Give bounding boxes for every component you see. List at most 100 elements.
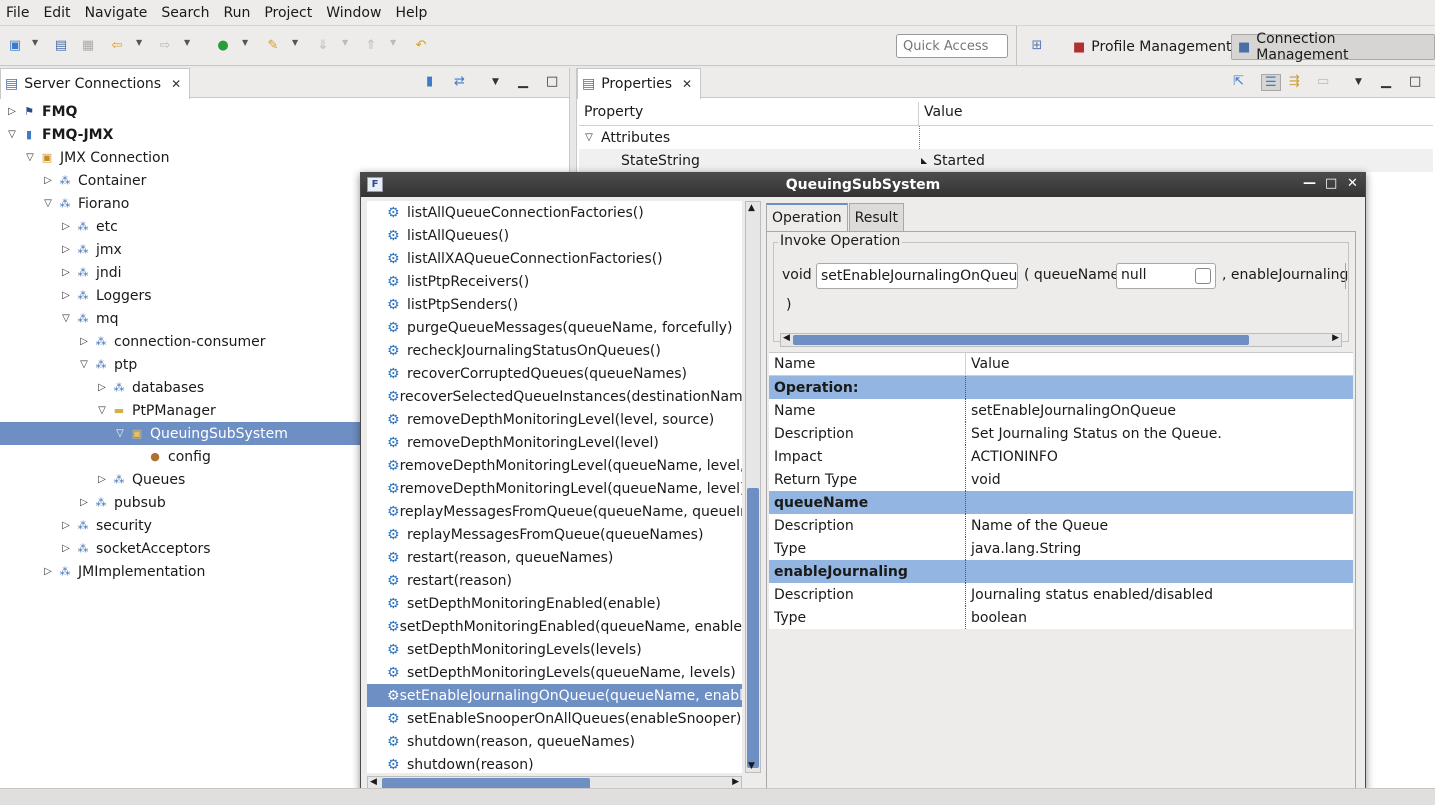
expand-icon[interactable]: ▷ [58, 290, 74, 301]
menu-search[interactable]: Search [155, 0, 217, 26]
properties-row-attributes[interactable]: ▽ Attributes [579, 126, 1433, 149]
next-annotation-icon[interactable]: ⇓ [314, 36, 332, 54]
forward-dropdown-icon[interactable]: ▼ [184, 38, 190, 47]
operation-item[interactable]: ⚙ replayMessagesFromQueue(queueNames) [367, 523, 742, 546]
scroll-right-icon[interactable]: ▶ [1332, 333, 1339, 343]
last-edit-icon[interactable]: ↶ [412, 36, 430, 54]
scroll-thumb[interactable] [747, 488, 759, 768]
expand-icon[interactable]: ▷ [4, 106, 20, 117]
expand-icon[interactable]: ▷ [76, 336, 92, 347]
database-icon[interactable]: ▮ [426, 74, 433, 89]
new-icon[interactable]: ▣ [6, 36, 24, 54]
operation-item[interactable]: ⚙ recheckJournalingStatusOnQueues() [367, 339, 742, 362]
operation-item[interactable]: ⚙ restart(reason) [367, 569, 742, 592]
run-icon[interactable]: ● [214, 36, 232, 54]
scroll-down-icon[interactable]: ▼ [748, 761, 755, 771]
info-row[interactable]: Description Set Journaling Status on the … [769, 422, 1353, 445]
dialog-titlebar[interactable]: F QueuingSubSystem — □ ✕ [361, 173, 1365, 197]
back-dropdown-icon[interactable]: ▼ [136, 38, 142, 47]
operation-item[interactable]: ⚙ setDepthMonitoringEnabled(queueName, en… [367, 615, 742, 638]
maximize-icon[interactable]: □ [546, 74, 558, 89]
view-menu-icon[interactable]: ▼ [1355, 77, 1362, 87]
menu-help[interactable]: Help [389, 0, 435, 26]
collapse-icon[interactable]: ▽ [58, 313, 74, 324]
operation-item[interactable]: ⚙ removeDepthMonitoringLevel(queueName, l… [367, 454, 742, 477]
menu-edit[interactable]: Edit [37, 0, 78, 26]
operation-item[interactable]: ⚙ recoverCorruptedQueues(queueNames) [367, 362, 742, 385]
tab-server-connections[interactable]: ▤ Server Connections ✕ [0, 68, 191, 99]
info-row[interactable]: Return Type void [769, 468, 1353, 491]
pin-icon[interactable]: ⇱ [1233, 74, 1244, 89]
connection-management-perspective[interactable]: ■ Connection Management [1231, 31, 1435, 63]
info-row[interactable]: Type boolean [769, 606, 1353, 629]
expand-icon[interactable]: ▷ [40, 566, 56, 577]
tree-node[interactable]: ▽ ▣ JMX Connection [0, 146, 570, 169]
expand-icon[interactable]: ▷ [58, 267, 74, 278]
enable-journaling-input-edge[interactable] [1345, 263, 1351, 289]
open-perspective-icon[interactable]: ⊞ [1028, 36, 1046, 54]
column-value[interactable]: Value [965, 356, 1009, 372]
expand-icon[interactable]: ▷ [40, 175, 56, 186]
column-value[interactable]: Value [919, 102, 967, 125]
menu-window[interactable]: Window [320, 0, 389, 26]
quick-access-input[interactable] [896, 34, 1008, 58]
expand-icon[interactable]: ▷ [94, 382, 110, 393]
minimize-icon[interactable]: ▁ [1381, 74, 1391, 89]
tools-icon[interactable]: ✎ [264, 36, 282, 54]
connect-icon[interactable]: ⇄ [454, 74, 465, 89]
collapse-icon[interactable]: ▽ [22, 152, 38, 163]
scroll-left-icon[interactable]: ◀ [370, 777, 377, 787]
menu-project[interactable]: Project [258, 0, 320, 26]
close-icon[interactable]: ✕ [171, 77, 181, 91]
expand-icon[interactable]: ▷ [58, 244, 74, 255]
info-row[interactable]: Impact ACTIONINFO [769, 445, 1353, 468]
forward-icon[interactable]: ⇨ [156, 36, 174, 54]
info-section-row[interactable]: queueName [769, 491, 1353, 514]
tools-dropdown-icon[interactable]: ▼ [292, 38, 298, 47]
scroll-thumb[interactable] [793, 335, 1249, 345]
info-section-row[interactable]: enableJournaling [769, 560, 1353, 583]
operation-item[interactable]: ⚙ removeDepthMonitoringLevel(level, sourc… [367, 408, 742, 431]
tab-result[interactable]: Result [848, 203, 904, 231]
scroll-left-icon[interactable]: ◀ [783, 333, 790, 343]
operation-item[interactable]: ⚙ setDepthMonitoringLevels(levels) [367, 638, 742, 661]
close-icon[interactable]: ✕ [682, 77, 692, 91]
view-menu-icon[interactable]: ▼ [492, 77, 499, 87]
operation-item[interactable]: ⚙ setDepthMonitoringLevels(queueName, lev… [367, 661, 742, 684]
operation-item[interactable]: ⚙ setDepthMonitoringEnabled(enable) [367, 592, 742, 615]
expand-down-icon[interactable]: ▽ [581, 132, 597, 143]
info-row[interactable]: Name setEnableJournalingOnQueue [769, 399, 1353, 422]
tree-node[interactable]: ▷ ⚑ FMQ [0, 100, 570, 123]
run-dropdown-icon[interactable]: ▼ [242, 38, 248, 47]
column-property[interactable]: Property [579, 102, 919, 125]
prev-annotation-dropdown-icon[interactable]: ▼ [390, 38, 396, 47]
operation-item[interactable]: ⚙ shutdown(reason) [367, 753, 742, 773]
expand-icon[interactable]: ▷ [58, 543, 74, 554]
collapse-icon[interactable]: ▽ [112, 428, 128, 439]
operation-item[interactable]: ⚙ listPtpSenders() [367, 293, 742, 316]
operation-item[interactable]: ⚙ removeDepthMonitoringLevel(queueName, l… [367, 477, 742, 500]
menu-file[interactable]: File [0, 0, 37, 26]
tab-properties[interactable]: ▤ Properties ✕ [577, 68, 702, 99]
operation-item[interactable]: ⚙ setEnableJournalingOnQueue(queueName, e… [367, 684, 742, 707]
operation-item[interactable]: ⚙ recoverSelectedQueueInstances(destinati… [367, 385, 742, 408]
collapse-icon[interactable]: ▽ [76, 359, 92, 370]
tree-node[interactable]: ▽ ▮ FMQ-JMX [0, 123, 570, 146]
tab-operation[interactable]: Operation [766, 203, 848, 231]
expand-icon[interactable]: ▷ [58, 520, 74, 531]
operation-item[interactable]: ⚙ listAllXAQueueConnectionFactories() [367, 247, 742, 270]
operation-item[interactable]: ⚙ listAllQueues() [367, 224, 742, 247]
collapse-icon[interactable]: ▽ [94, 405, 110, 416]
operation-item[interactable]: ⚙ listPtpReceivers() [367, 270, 742, 293]
maximize-icon[interactable]: □ [1325, 176, 1337, 191]
new-dropdown-icon[interactable]: ▼ [32, 38, 38, 47]
null-checkbox[interactable] [1195, 268, 1211, 284]
minimize-icon[interactable]: — [1303, 176, 1316, 191]
info-section-row[interactable]: Operation: [769, 376, 1353, 399]
back-icon[interactable]: ⇦ [108, 36, 126, 54]
maximize-icon[interactable]: □ [1409, 74, 1421, 89]
operations-vertical-scrollbar[interactable]: ▲ ▼ [745, 201, 761, 773]
info-row[interactable]: Description Journaling status enabled/dis… [769, 583, 1353, 606]
operation-item[interactable]: ⚙ removeDepthMonitoringLevel(level) [367, 431, 742, 454]
expand-icon[interactable]: ▷ [94, 474, 110, 485]
